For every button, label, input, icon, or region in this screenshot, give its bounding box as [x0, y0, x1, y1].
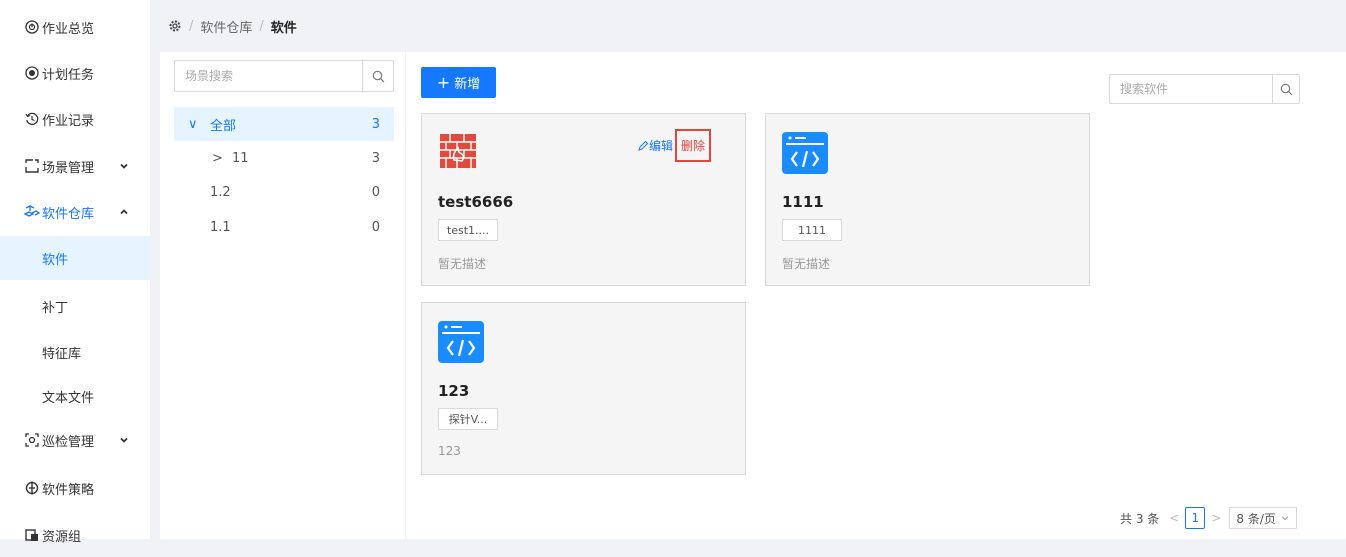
card-description: 123: [438, 444, 461, 458]
search-icon[interactable]: [1272, 75, 1299, 103]
add-button-label: 新增: [454, 77, 481, 92]
nav-item-inspection-management[interactable]: 巡检管理: [0, 418, 150, 462]
tree-node-count: 3: [371, 116, 380, 132]
gauge-icon: [24, 19, 40, 35]
breadcrumb-parent[interactable]: 软件仓库: [200, 17, 252, 36]
nav-item-patch[interactable]: 补丁: [0, 284, 150, 328]
nav-item-scene-management[interactable]: 场景管理: [0, 144, 150, 188]
pagination: 共 3 条 < 1 > 8 条/页: [1120, 506, 1297, 530]
chevron-down-icon[interactable]: [118, 160, 130, 172]
code-window-icon: [782, 132, 828, 174]
policy-icon: [24, 480, 40, 496]
nav-item-resource-group[interactable]: 资源组: [0, 513, 150, 557]
delete-link[interactable]: 删除: [675, 129, 712, 162]
add-software-button[interactable]: + 新增: [421, 67, 496, 98]
tree-node-count: 3: [371, 150, 380, 166]
tree-node-label: 1.2: [210, 184, 231, 200]
nav-label: 作业总览: [42, 21, 95, 37]
nav-item-job-overview[interactable]: 作业总览: [0, 5, 150, 49]
card-tag: 探针V...: [438, 408, 498, 430]
nav-label: 软件仓库: [42, 206, 95, 222]
software-card[interactable]: 编辑 删除 test6666 test1.... 暂无描述: [421, 113, 746, 286]
card-title: 123: [438, 382, 470, 400]
firewall-icon: [438, 130, 478, 170]
header: / 软件仓库 / 软件: [150, 0, 1346, 52]
page-number[interactable]: 1: [1185, 507, 1206, 529]
nav-label: 补丁: [42, 300, 69, 316]
breadcrumb-separator: /: [189, 18, 194, 34]
tree-node-1-2[interactable]: 1.2 0: [174, 175, 394, 209]
tree-node-label: 1.1: [210, 219, 231, 235]
tree-node-label: 11: [232, 150, 249, 166]
chevron-right-icon[interactable]: >: [1211, 511, 1221, 525]
repo-icon: [24, 204, 40, 220]
tree-node-count: 0: [371, 184, 380, 200]
nav-label: 特征库: [42, 346, 82, 362]
nav-item-signature-lib[interactable]: 特征库: [0, 330, 150, 374]
nav-label: 资源组: [42, 529, 82, 545]
resource-icon: [24, 527, 40, 543]
card-tag: 1111: [782, 219, 842, 241]
history-icon: [24, 111, 40, 127]
page-size-select[interactable]: 8 条/页: [1229, 507, 1297, 529]
scene-icon: [24, 158, 40, 174]
target-icon: [24, 65, 40, 81]
card-title: 1111: [782, 193, 824, 211]
scan-icon: [24, 432, 40, 448]
nav-item-software-repo[interactable]: 软件仓库: [0, 190, 150, 234]
nav-item-text-files[interactable]: 文本文件: [0, 374, 150, 418]
software-search-box: [1109, 74, 1300, 104]
sidebar: 作业总览 计划任务 作业记录 场景管理 软件仓库 软件 补丁 特征库 文本文件 …: [0, 0, 150, 545]
chevron-left-icon[interactable]: <: [1169, 511, 1179, 525]
software-card[interactable]: 123 探针V... 123: [421, 302, 746, 475]
tree-node-label: 全部: [210, 118, 237, 134]
breadcrumb-current: 软件: [270, 20, 297, 36]
pagination-total: 共 3 条: [1120, 511, 1160, 526]
edit-label: 编辑: [649, 139, 674, 153]
chevron-down-icon[interactable]: ∨: [188, 117, 198, 132]
nav-label: 软件: [42, 252, 69, 268]
plus-icon: +: [436, 73, 451, 92]
scene-search-input[interactable]: [175, 60, 362, 92]
tree-node-count: 0: [371, 219, 380, 235]
card-tag: test1....: [438, 219, 498, 241]
tree-node-11[interactable]: > 11 3: [174, 141, 394, 175]
nav-label: 软件策略: [42, 482, 95, 498]
card-description: 暂无描述: [782, 257, 831, 271]
chevron-down-icon[interactable]: [118, 434, 130, 446]
pencil-icon: [638, 140, 649, 151]
nav-item-software-policy[interactable]: 软件策略: [0, 466, 150, 510]
page-size-value: 8 条/页: [1236, 511, 1276, 526]
nav-label: 场景管理: [42, 160, 95, 176]
nav-label: 作业记录: [42, 113, 95, 129]
search-icon[interactable]: [362, 61, 393, 91]
nav-item-scheduled-tasks[interactable]: 计划任务: [0, 51, 150, 95]
code-window-icon: [438, 321, 484, 363]
chevron-right-icon[interactable]: >: [212, 151, 223, 166]
card-description: 暂无描述: [438, 257, 487, 271]
software-search-input[interactable]: [1110, 74, 1272, 104]
chevron-up-icon[interactable]: [118, 206, 130, 218]
nav-item-job-records[interactable]: 作业记录: [0, 97, 150, 141]
breadcrumb: / 软件仓库 / 软件: [168, 0, 297, 52]
nav-item-software[interactable]: 软件: [0, 236, 150, 280]
edit-link[interactable]: 编辑: [637, 137, 673, 154]
nav-label: 计划任务: [42, 67, 95, 83]
software-card[interactable]: 1111 1111 暂无描述: [765, 113, 1090, 286]
scene-search-box: [174, 60, 394, 92]
breadcrumb-separator: /: [259, 18, 264, 34]
tree-node-all[interactable]: ∨ 全部 3: [174, 107, 394, 141]
nav-label: 文本文件: [42, 390, 95, 406]
card-title: test6666: [438, 193, 514, 211]
chevron-down-icon: [1281, 516, 1289, 521]
tree-node-1-1[interactable]: 1.1 0: [174, 210, 394, 244]
card-actions: 编辑 删除: [637, 129, 712, 162]
settings-icon[interactable]: [168, 19, 182, 33]
nav-label: 巡检管理: [42, 434, 95, 450]
